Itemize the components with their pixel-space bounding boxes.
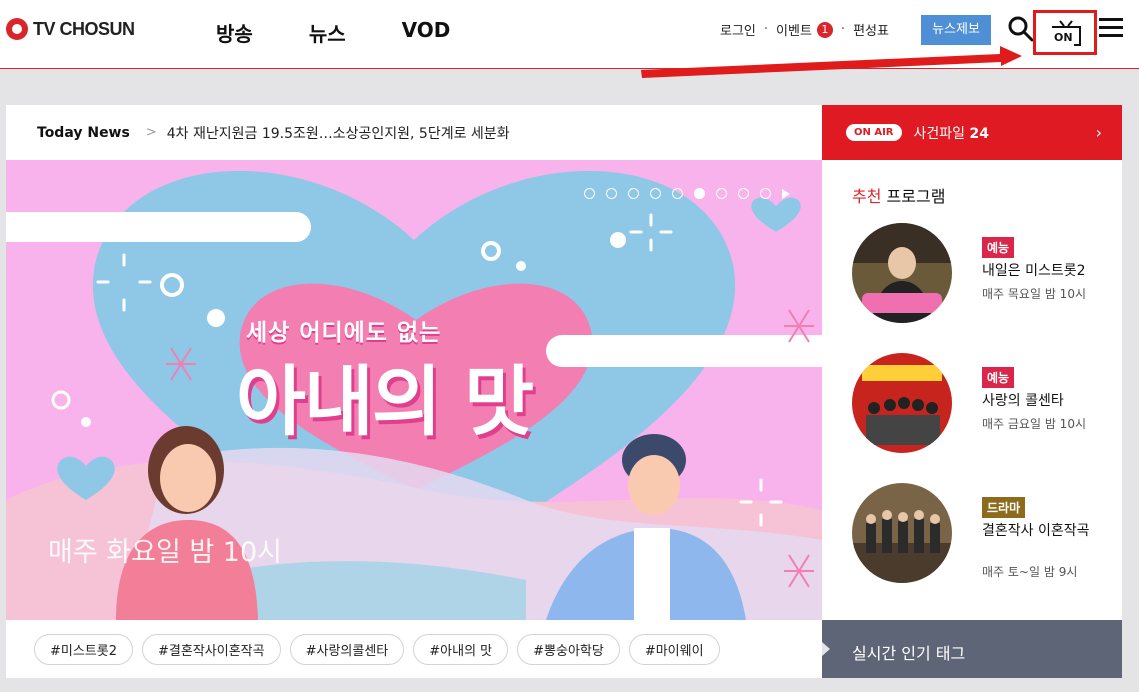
- logo-mark-icon: [6, 18, 28, 40]
- today-news-ticker: Today News > 4차 재난지원금 19.5조원…소상공인지원, 5단계…: [6, 105, 822, 160]
- genre-badge: 예능: [982, 367, 1015, 388]
- pagination-dot-active[interactable]: [694, 188, 705, 199]
- nav-vod[interactable]: VOD: [402, 18, 451, 47]
- recommended-programs-heading: 추천 프로그램: [852, 183, 945, 207]
- main-banner[interactable]: 세상 어디에도 없는 아내의 맛 매주 화요일 밤 10시: [6, 160, 822, 620]
- news-tip-button[interactable]: 뉴스제보: [921, 15, 991, 45]
- logo-text: TV CHOSUN: [33, 18, 135, 39]
- popular-tags-bar[interactable]: 실시간 인기 태그: [822, 620, 1122, 678]
- nav-news[interactable]: 뉴스: [309, 18, 346, 47]
- tv-icon: ON: [1052, 20, 1081, 46]
- play-icon[interactable]: [782, 188, 790, 199]
- schedule-link[interactable]: 편성표: [853, 20, 889, 39]
- genre-badge: 예능: [982, 237, 1015, 258]
- pagination-dot[interactable]: [760, 188, 771, 199]
- pagination-dot[interactable]: [584, 188, 595, 199]
- pagination-dot[interactable]: [738, 188, 749, 199]
- pagination-dot[interactable]: [650, 188, 661, 199]
- pagination-dot[interactable]: [628, 188, 639, 199]
- nav-broadcast[interactable]: 방송: [216, 18, 253, 47]
- onair-program-title: 사건파일 24: [914, 123, 989, 143]
- hashtag-chip[interactable]: #결혼작사이혼작곡: [142, 633, 281, 665]
- program-item[interactable]: 예능 사랑의 콜센타 매주 금요일 밤 10시: [852, 353, 1112, 453]
- separator: ·: [763, 22, 769, 37]
- program-item[interactable]: 드라마 결혼작사 이혼작곡 매주 토~일 밤 9시: [852, 483, 1112, 583]
- onair-program-number: 24: [969, 125, 989, 142]
- site-header: TV CHOSUN 방송 뉴스 VOD 로그인 · 이벤트 1 · 편성표 뉴스…: [0, 0, 1139, 69]
- hashtag-chip[interactable]: #뽕숭아학당: [517, 633, 620, 665]
- hashtag-chip[interactable]: #미스트롯2: [34, 633, 134, 665]
- hashtag-chip[interactable]: #사랑의콜센타: [289, 633, 405, 665]
- program-airtime: 매주 금요일 밤 10시: [982, 417, 1086, 431]
- onair-badge: ON AIR: [846, 124, 902, 141]
- login-link[interactable]: 로그인: [720, 20, 756, 39]
- popular-tags-label: 실시간 인기 태그: [852, 644, 966, 663]
- call-center-thumbnail-image: [852, 353, 952, 453]
- program-thumbnail: [852, 483, 952, 583]
- mistrot-thumbnail-image: [852, 223, 952, 323]
- banner-pagination: [584, 188, 790, 199]
- program-airtime: 매주 토~일 밤 9시: [982, 565, 1078, 579]
- program-name: 사랑의 콜센타: [982, 393, 1064, 409]
- onair-bar[interactable]: ON AIR 사건파일 24 ›: [822, 105, 1122, 160]
- side-panel: ON AIR 사건파일 24 › 추천 프로그램 예능 내일은 미스트롯2 매주…: [822, 105, 1122, 620]
- program-airtime: 매주 목요일 밤 10시: [982, 287, 1086, 301]
- banner-schedule: 매주 화요일 밤 10시: [48, 537, 282, 568]
- search-icon[interactable]: [1008, 16, 1034, 42]
- today-news-label: Today News: [37, 124, 130, 141]
- pagination-dot[interactable]: [716, 188, 727, 199]
- program-thumbnail: [852, 223, 952, 323]
- main-nav: 방송 뉴스 VOD: [216, 18, 506, 47]
- marriage-drama-thumbnail-image: [852, 483, 952, 583]
- program-item[interactable]: 예능 내일은 미스트롯2 매주 목요일 밤 10시: [852, 223, 1112, 323]
- tv-chosun-logo[interactable]: TV CHOSUN: [6, 18, 135, 40]
- hamburger-menu-icon[interactable]: [1099, 18, 1123, 38]
- genre-badge: 드라마: [982, 497, 1026, 518]
- banner-title: 아내의 맛: [236, 357, 534, 446]
- onair-icon-label: ON: [1054, 31, 1073, 44]
- recommend-rest-text: 프로그램: [886, 187, 946, 206]
- onair-tv-button[interactable]: ON: [1033, 10, 1097, 55]
- hashtag-bar: #미스트롯2 #결혼작사이혼작곡 #사랑의콜센타 #아내의 맛 #뽕숭아학당 #…: [6, 620, 822, 678]
- separator: ·: [840, 22, 846, 37]
- hashtag-chip[interactable]: #마이웨이: [628, 633, 720, 665]
- recommend-red-text: 추천: [852, 187, 882, 206]
- hashtag-chip[interactable]: #아내의 맛: [413, 633, 509, 665]
- program-thumbnail: [852, 353, 952, 453]
- pagination-dot[interactable]: [606, 188, 617, 199]
- event-count-badge: 1: [816, 21, 833, 38]
- event-link[interactable]: 이벤트: [776, 20, 812, 39]
- chevron-right-icon: ›: [1095, 123, 1102, 142]
- pagination-dot[interactable]: [672, 188, 683, 199]
- onair-program-name: 사건파일: [913, 125, 966, 142]
- program-name: 결혼작사 이혼작곡: [982, 523, 1090, 539]
- news-headline-link[interactable]: 4차 재난지원금 19.5조원…소상공인지원, 5단계로 세분화: [167, 123, 510, 143]
- chevron-right-icon: >: [145, 125, 157, 140]
- program-name: 내일은 미스트롯2: [982, 263, 1086, 279]
- utility-links: 로그인 · 이벤트 1 · 편성표: [720, 20, 889, 39]
